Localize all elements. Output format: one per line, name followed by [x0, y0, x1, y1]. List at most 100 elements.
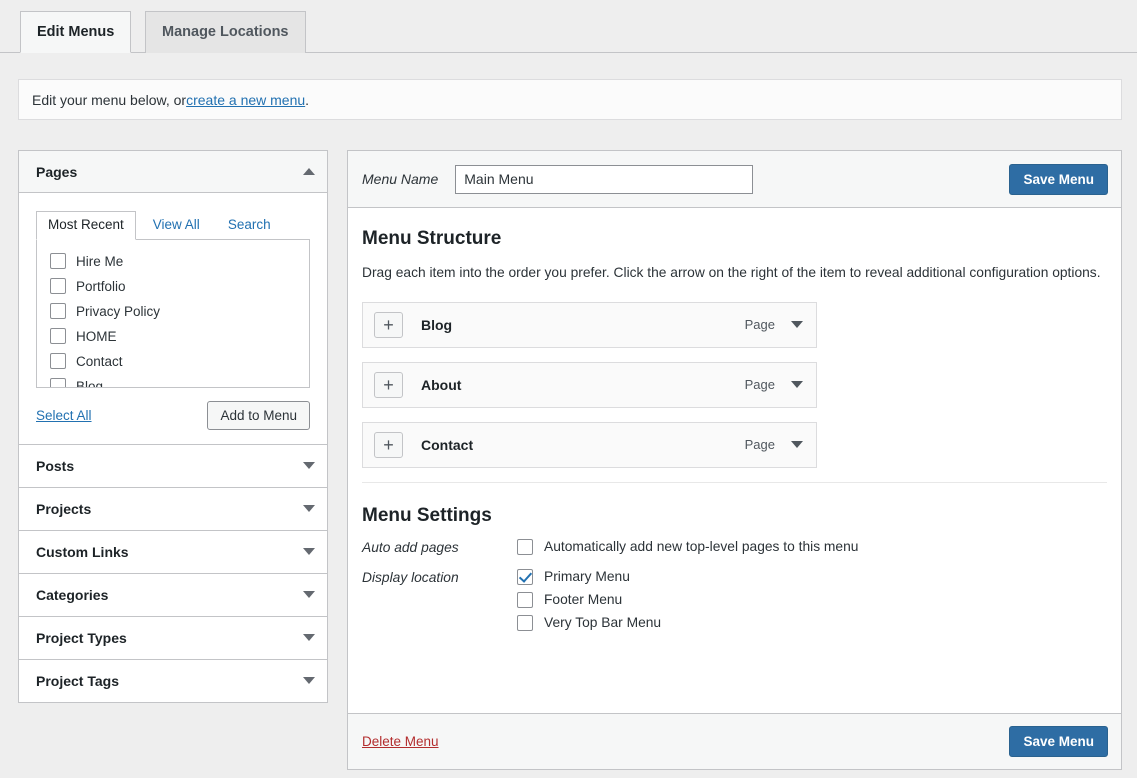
checkbox-very-top-bar-menu[interactable]	[517, 615, 533, 631]
save-menu-button-bottom[interactable]: Save Menu	[1009, 726, 1108, 757]
menu-structure-heading: Menu Structure	[362, 228, 1107, 250]
add-menu-items-sidebar: Pages Most Recent View All Search Hire M…	[18, 150, 328, 703]
checkbox-page-contact[interactable]	[50, 353, 66, 369]
auto-add-pages-option[interactable]: Automatically add new top-level pages to…	[517, 539, 1107, 555]
section-divider	[362, 482, 1107, 483]
caret-down-icon[interactable]	[791, 381, 803, 388]
menu-name-input[interactable]	[455, 165, 753, 194]
tab-edit-menus[interactable]: Edit Menus	[20, 11, 131, 53]
menu-items-list: + Blog Page + About Page + Contact Page	[362, 302, 1107, 468]
display-location-option-primary[interactable]: Primary Menu	[517, 569, 1107, 585]
display-location-option-label: Footer Menu	[544, 592, 622, 607]
accordion-header-categories[interactable]: Categories	[19, 574, 327, 616]
list-item[interactable]: HOME	[37, 324, 309, 349]
display-location-option-footer[interactable]: Footer Menu	[517, 592, 1107, 608]
plus-icon[interactable]: +	[374, 432, 403, 458]
list-item[interactable]: Privacy Policy	[37, 299, 309, 324]
add-to-menu-button[interactable]: Add to Menu	[207, 401, 310, 430]
pages-tab-most-recent[interactable]: Most Recent	[36, 211, 136, 240]
pages-tab-view-all[interactable]: View All	[142, 212, 211, 239]
tab-manage-locations-label: Manage Locations	[162, 25, 289, 40]
delete-menu-link[interactable]: Delete Menu	[362, 734, 439, 749]
checkbox-footer-menu[interactable]	[517, 592, 533, 608]
menu-item-blog[interactable]: + Blog Page	[362, 302, 817, 348]
menu-edit-body: Menu Structure Drag each item into the o…	[348, 208, 1121, 713]
pages-tab-view-all-label: View All	[153, 217, 200, 232]
accordion-panel-projects: Projects	[18, 487, 328, 530]
auto-add-pages-options: Automatically add new top-level pages to…	[517, 539, 1107, 555]
list-item-label: Contact	[76, 354, 123, 369]
plus-icon[interactable]: +	[374, 312, 403, 338]
display-location-label: Display location	[362, 569, 517, 585]
accordion-title-project-types: Project Types	[36, 630, 127, 646]
list-item-label: Hire Me	[76, 254, 123, 269]
menu-settings-heading: Menu Settings	[362, 505, 1107, 527]
save-menu-button-top[interactable]: Save Menu	[1009, 164, 1108, 195]
caret-down-icon[interactable]	[303, 505, 315, 512]
caret-down-icon[interactable]	[303, 634, 315, 641]
pages-panel-actions: Select All Add to Menu	[36, 401, 310, 430]
pages-checklist[interactable]: Hire Me Portfolio Privacy Policy HOME Co…	[36, 239, 310, 388]
caret-down-icon[interactable]	[303, 677, 315, 684]
list-item[interactable]: Blog	[37, 374, 309, 388]
accordion-header-project-tags[interactable]: Project Tags	[19, 660, 327, 702]
menu-item-contact[interactable]: + Contact Page	[362, 422, 817, 468]
caret-down-icon[interactable]	[791, 321, 803, 328]
display-location-option-label: Primary Menu	[544, 569, 630, 584]
accordion-header-custom-links[interactable]: Custom Links	[19, 531, 327, 573]
caret-down-icon[interactable]	[303, 548, 315, 555]
menu-item-type: Page	[745, 317, 775, 332]
menu-structure-help: Drag each item into the order you prefer…	[362, 262, 1107, 284]
tab-manage-locations[interactable]: Manage Locations	[145, 11, 306, 53]
plus-icon[interactable]: +	[374, 372, 403, 398]
list-item[interactable]: Hire Me	[37, 249, 309, 274]
accordion-title-posts: Posts	[36, 458, 74, 474]
accordion-header-projects[interactable]: Projects	[19, 488, 327, 530]
menu-name-bar: Menu Name Save Menu	[348, 151, 1121, 208]
checkbox-auto-add-pages[interactable]	[517, 539, 533, 555]
notice-text-after: .	[305, 92, 309, 108]
list-item[interactable]: Contact	[37, 349, 309, 374]
menu-edit-footer: Delete Menu Save Menu	[348, 713, 1121, 769]
list-item[interactable]: Portfolio	[37, 274, 309, 299]
notice-text-before: Edit your menu below, or	[32, 92, 186, 108]
pages-tab-most-recent-label: Most Recent	[48, 217, 124, 232]
menu-item-about[interactable]: + About Page	[362, 362, 817, 408]
checkbox-page-portfolio[interactable]	[50, 278, 66, 294]
checkbox-page-privacy-policy[interactable]	[50, 303, 66, 319]
accordion-title-categories: Categories	[36, 587, 108, 603]
accordion-panel-posts: Posts	[18, 444, 328, 487]
create-new-menu-link[interactable]: create a new menu	[186, 92, 305, 108]
pages-tab-search[interactable]: Search	[217, 212, 282, 239]
checkbox-primary-menu[interactable]	[517, 569, 533, 585]
pages-tab-search-label: Search	[228, 217, 271, 232]
checkbox-page-blog[interactable]	[50, 378, 66, 388]
accordion-panel-pages: Pages Most Recent View All Search Hire M…	[18, 150, 328, 444]
accordion-panel-categories: Categories	[18, 573, 328, 616]
display-location-option-very-top-bar[interactable]: Very Top Bar Menu	[517, 615, 1107, 631]
menu-item-type: Page	[745, 377, 775, 392]
caret-down-icon[interactable]	[303, 462, 315, 469]
menu-edit-panel: Menu Name Save Menu Menu Structure Drag …	[347, 150, 1122, 770]
caret-down-icon[interactable]	[303, 591, 315, 598]
accordion-header-pages[interactable]: Pages	[19, 151, 327, 193]
accordion-title-project-tags: Project Tags	[36, 673, 119, 689]
caret-down-icon[interactable]	[791, 441, 803, 448]
accordion-panel-project-types: Project Types	[18, 616, 328, 659]
checkbox-page-hire-me[interactable]	[50, 253, 66, 269]
accordion-title-projects: Projects	[36, 501, 91, 517]
auto-add-pages-option-label: Automatically add new top-level pages to…	[544, 539, 858, 554]
accordion-panel-project-tags: Project Tags	[18, 659, 328, 703]
checkbox-page-home[interactable]	[50, 328, 66, 344]
accordion-title-pages: Pages	[36, 164, 77, 180]
accordion-header-posts[interactable]: Posts	[19, 445, 327, 487]
auto-add-pages-label: Auto add pages	[362, 539, 517, 555]
menu-item-title: About	[421, 377, 461, 393]
accordion-title-custom-links: Custom Links	[36, 544, 129, 560]
accordion-panel-custom-links: Custom Links	[18, 530, 328, 573]
display-location-options: Primary Menu Footer Menu Very Top Bar Me…	[517, 569, 1107, 631]
select-all-link[interactable]: Select All	[36, 408, 92, 423]
menu-name-label: Menu Name	[362, 171, 438, 187]
accordion-header-project-types[interactable]: Project Types	[19, 617, 327, 659]
caret-up-icon[interactable]	[303, 168, 315, 175]
